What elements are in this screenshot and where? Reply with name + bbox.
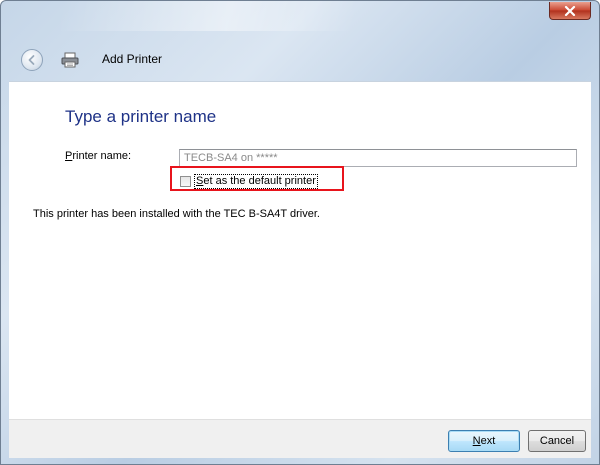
default-printer-checkbox-label[interactable]: Set as the default printer	[194, 174, 318, 189]
next-button-mnemonic: N	[472, 435, 481, 447]
page-title: Type a printer name	[65, 107, 217, 126]
printer-icon	[61, 52, 79, 68]
wizard-header: Add Printer	[9, 43, 591, 75]
default-printer-label-text: et as the default printer	[203, 175, 316, 187]
window-title: Add Printer	[102, 52, 163, 66]
close-icon	[564, 5, 576, 16]
driver-info-text: This printer has been installed with the…	[33, 208, 320, 220]
wizard-footer: Next Cancel	[9, 419, 591, 458]
default-printer-checkbox[interactable]	[180, 176, 191, 187]
add-printer-window: Add Printer Type a printer name Printer …	[0, 0, 600, 465]
wizard-content: Type a printer name Printer name: Set as…	[9, 81, 591, 419]
back-button[interactable]	[21, 49, 43, 71]
cancel-button[interactable]: Cancel	[528, 430, 586, 452]
printer-name-label-text: rinter name:	[72, 150, 132, 162]
next-button[interactable]: Next	[448, 430, 520, 452]
printer-name-label: Printer name:	[65, 150, 131, 162]
close-button[interactable]	[549, 2, 591, 20]
back-arrow-icon	[28, 55, 35, 65]
printer-name-input[interactable]	[179, 149, 577, 167]
next-button-label: ext	[480, 435, 496, 447]
titlebar-glass	[61, 1, 481, 31]
